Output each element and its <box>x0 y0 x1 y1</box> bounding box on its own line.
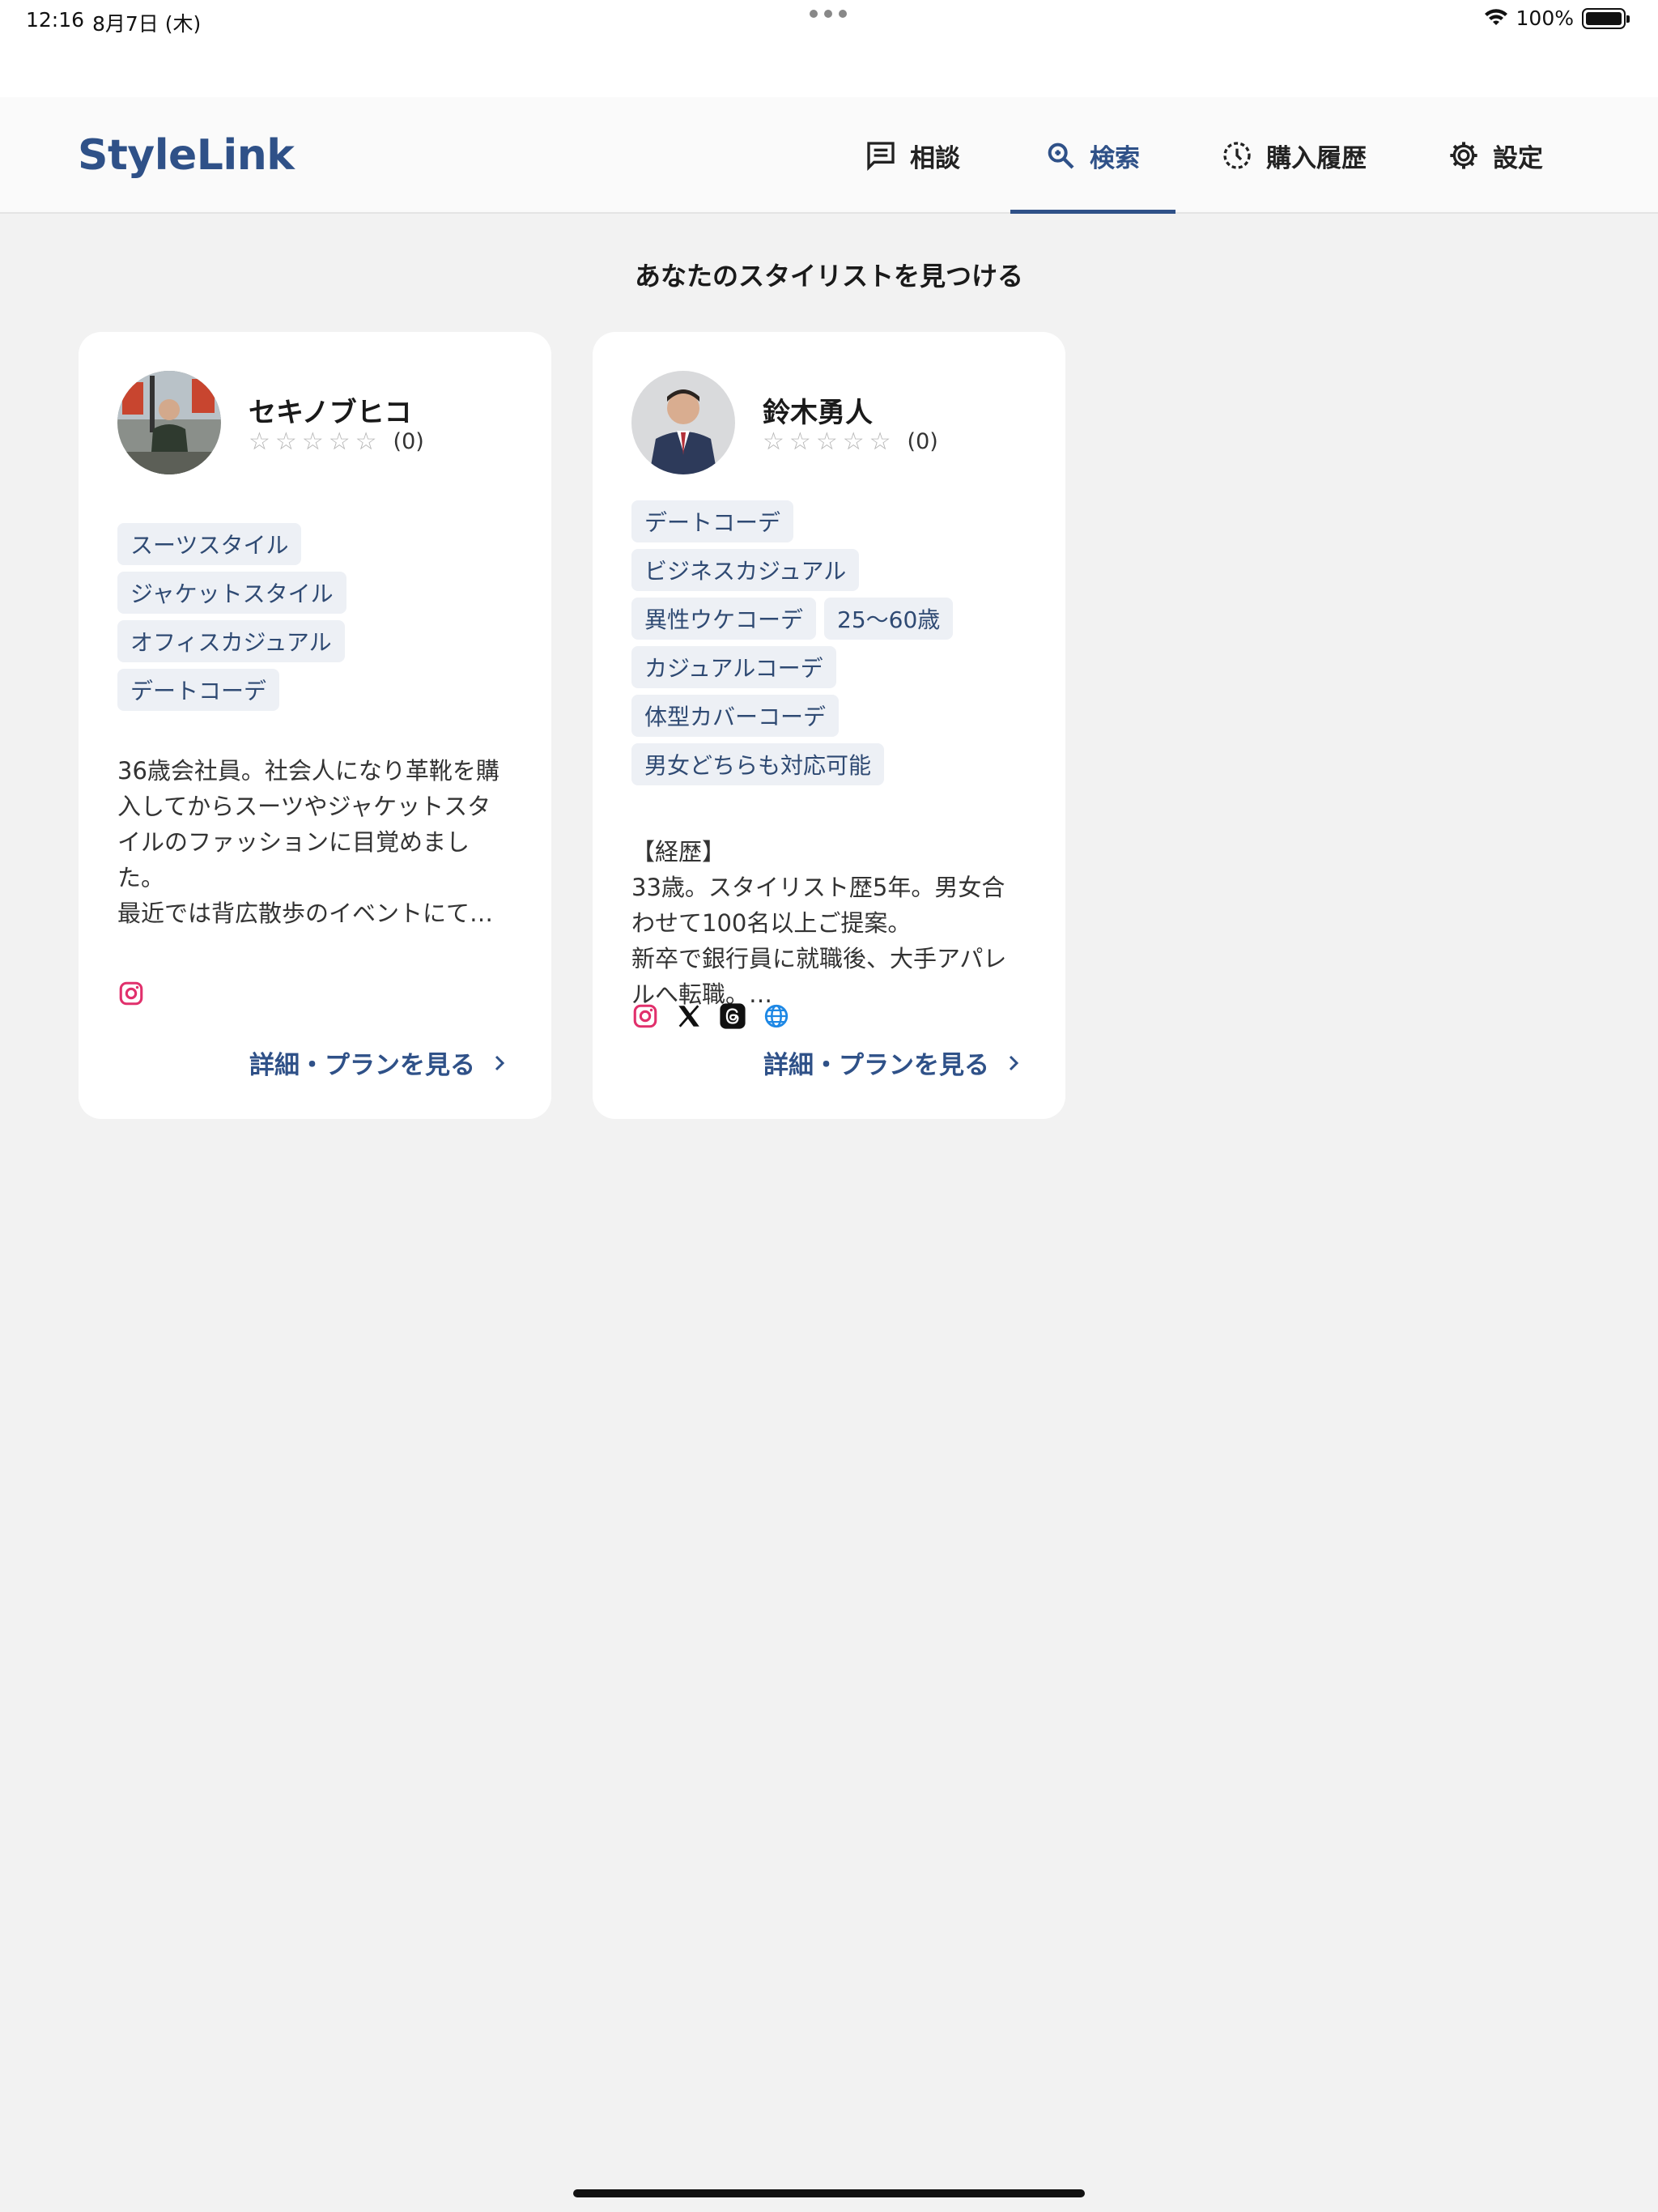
x-icon[interactable] <box>675 1002 703 1030</box>
tag: カジュアルコーデ <box>631 646 836 688</box>
instagram-icon[interactable] <box>631 1002 659 1030</box>
stylist-bio: 36歳会社員。社会人になり革靴を購 入してからスーツやジャケットスタ イルのファ… <box>117 757 500 927</box>
tab-purchase-history[interactable]: 購入履歴 <box>1221 97 1367 214</box>
gear-icon <box>1450 142 1477 169</box>
view-details-label: 詳細・プランを見る <box>763 1051 989 1080</box>
multitasking-dots-icon[interactable] <box>810 10 847 18</box>
view-details-label: 詳細・プランを見る <box>249 1051 475 1080</box>
app-logo[interactable]: StyleLink <box>78 131 295 180</box>
star-icon: ☆ <box>355 428 377 456</box>
home-indicator[interactable] <box>573 2189 1085 2197</box>
star-icon: ☆ <box>249 428 270 456</box>
app-header: StyleLink 相談 検索 購入履歴 設定 <box>0 97 1658 214</box>
star-icon: ☆ <box>301 428 324 456</box>
star-icon: ☆ <box>789 428 811 456</box>
rating-stars: ☆ ☆ ☆ ☆ ☆ (0) <box>763 428 938 456</box>
tag: 25〜60歳 <box>824 598 954 640</box>
social-links <box>631 1002 790 1030</box>
tag: ジャケットスタイル <box>117 572 346 614</box>
tab-search-label: 検索 <box>1090 143 1140 173</box>
wifi-icon <box>1484 8 1507 25</box>
star-icon: ☆ <box>842 428 865 456</box>
status-date: 8月7日 (木) <box>92 12 202 36</box>
tag: デートコーデ <box>631 500 794 542</box>
tag-list: スーツスタイル ジャケットスタイル オフィスカジュアル デートコーデ <box>117 523 522 711</box>
tag: スーツスタイル <box>117 523 302 565</box>
tab-search[interactable]: 検索 <box>1044 97 1140 214</box>
battery-percent: 100% <box>1516 6 1574 30</box>
tab-consult-label: 相談 <box>910 143 960 173</box>
globe-icon[interactable] <box>763 1002 790 1030</box>
chevron-right-icon <box>1009 1055 1019 1070</box>
instagram-icon[interactable] <box>117 980 145 1007</box>
tag: 男女どちらも対応可能 <box>631 743 885 785</box>
star-icon: ☆ <box>328 428 351 456</box>
avatar <box>117 371 221 474</box>
view-details-button[interactable]: 詳細・プランを見る <box>763 1044 1023 1081</box>
tag: オフィスカジュアル <box>117 620 345 662</box>
tab-consult[interactable]: 相談 <box>865 97 960 214</box>
social-links <box>117 980 145 1007</box>
history-icon <box>1223 142 1251 169</box>
tag: ビジネスカジュアル <box>631 549 860 591</box>
search-icon <box>1048 143 1074 169</box>
threads-icon[interactable] <box>719 1002 746 1030</box>
tab-settings[interactable]: 設定 <box>1448 97 1543 214</box>
status-indicators: 100% <box>1484 6 1630 30</box>
stylist-card[interactable]: セキノブヒコ ☆ ☆ ☆ ☆ ☆ (0) スーツスタイル ジャケットスタイル オフィスカ… <box>79 332 551 1119</box>
active-tab-indicator <box>1010 210 1175 214</box>
star-icon: ☆ <box>763 428 784 456</box>
tab-settings-label: 設定 <box>1493 143 1543 173</box>
status-time: 12:16 <box>26 8 85 32</box>
tag: デートコーデ <box>117 669 280 711</box>
star-icon: ☆ <box>815 428 838 456</box>
rating-count: (0) <box>393 429 424 454</box>
stylist-name: セキノブヒコ <box>249 397 412 429</box>
battery-icon <box>1582 7 1630 29</box>
page-title: あなたのスタイリストを見つける <box>634 261 1023 291</box>
rating-count: (0) <box>907 429 938 454</box>
tab-purchase-history-label: 購入履歴 <box>1266 143 1367 173</box>
rating-stars: ☆ ☆ ☆ ☆ ☆ (0) <box>249 428 424 456</box>
stylist-name: 鈴木勇人 <box>763 397 873 429</box>
stylist-bio: 【経歴】 33歳。スタイリスト歴5年。男女合 わせて100名以上ご提案。 新卒で… <box>631 838 1007 1008</box>
status-bar: 12:16 8月7日 (木) 100% <box>0 0 1658 97</box>
tag-list: デートコーデ ビジネスカジュアル 異性ウケコーデ 25〜60歳 カジュアルコーデ… <box>631 500 971 785</box>
chat-icon <box>867 142 895 172</box>
star-icon: ☆ <box>274 428 297 456</box>
tag: 体型カバーコーデ <box>631 695 840 737</box>
view-details-button[interactable]: 詳細・プランを見る <box>249 1044 509 1081</box>
star-icon: ☆ <box>869 428 891 456</box>
stylist-card[interactable]: 鈴木勇人 ☆ ☆ ☆ ☆ ☆ (0) デートコーデ ビジネスカジュアル 異性ウケコーデ … <box>593 332 1065 1119</box>
avatar <box>631 371 735 474</box>
tag: 異性ウケコーデ <box>631 598 817 640</box>
chevron-right-icon <box>495 1055 505 1070</box>
